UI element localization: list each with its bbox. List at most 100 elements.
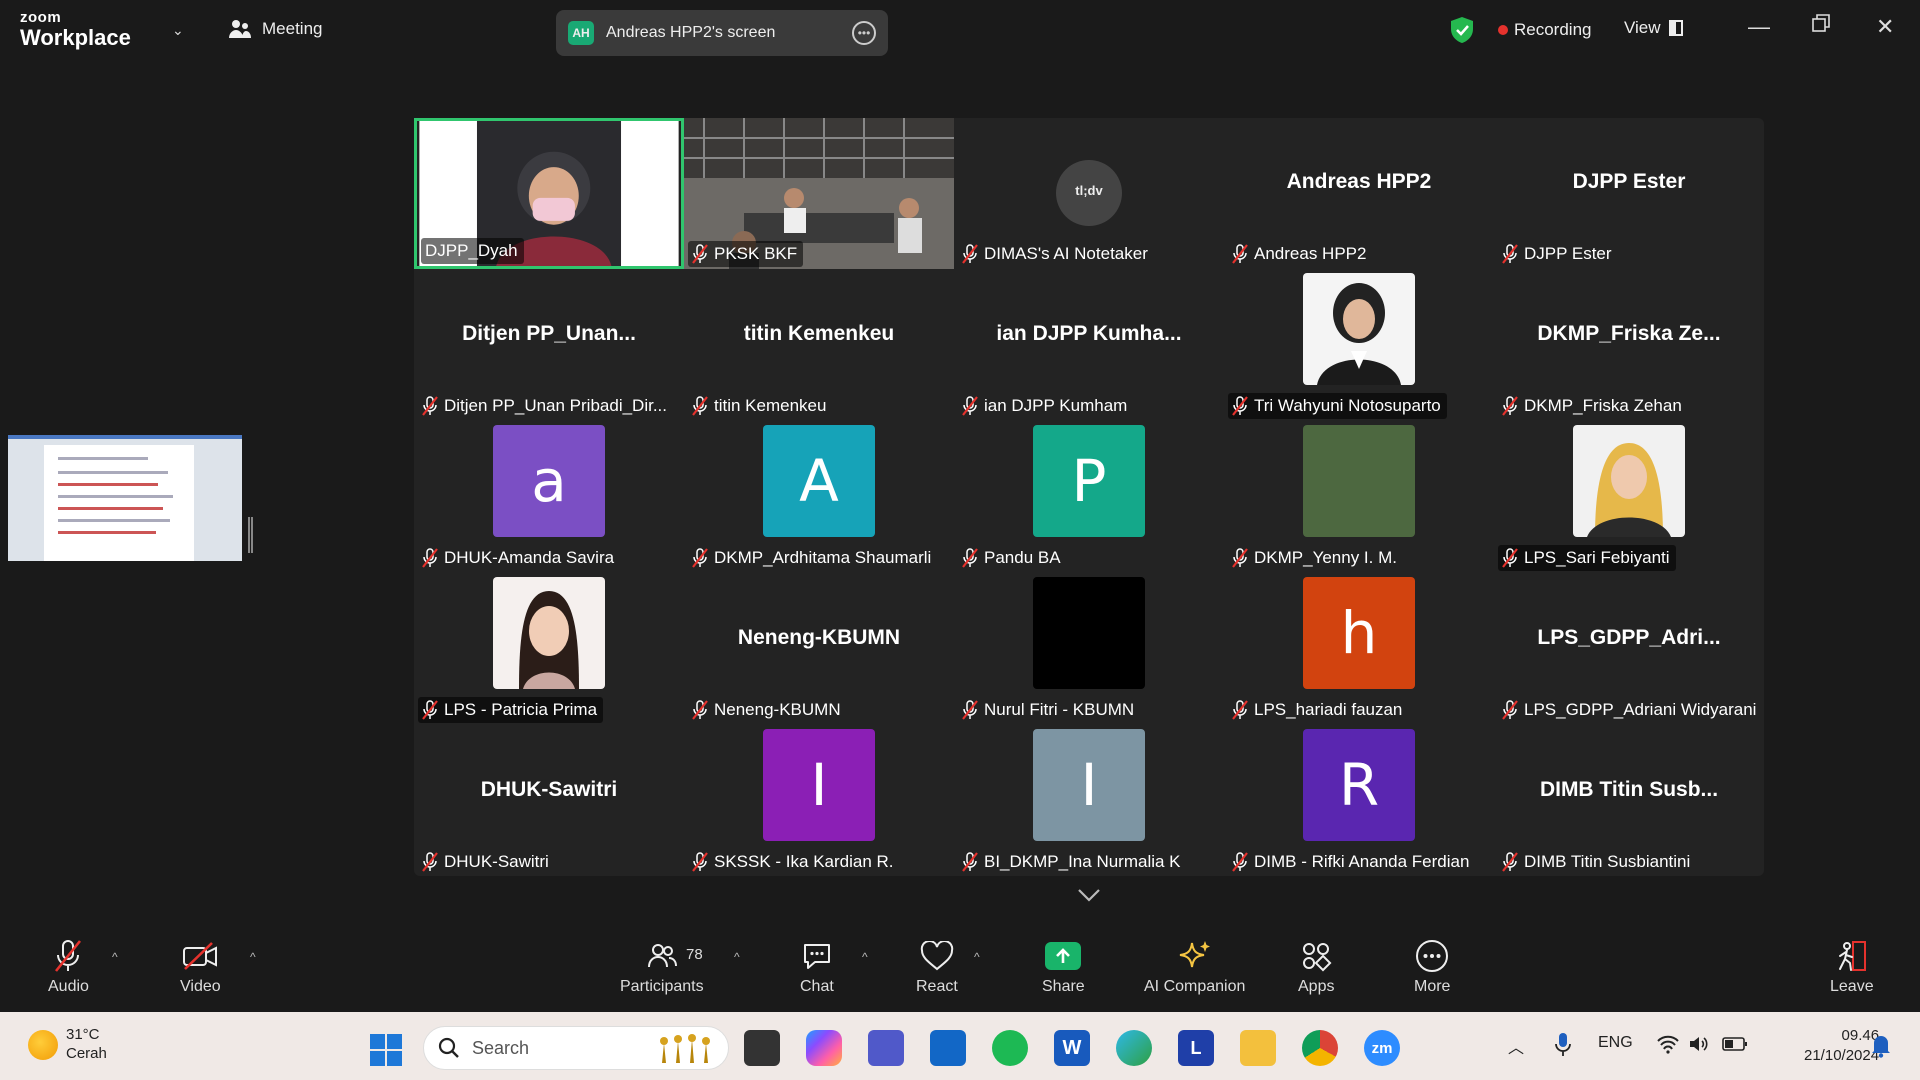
zoom-taskbar-icon[interactable]: zm	[1364, 1030, 1400, 1066]
participant-name: DKMP_Ardhitama Shaumarli	[714, 548, 932, 567]
participant-tile[interactable]: LPS_Sari Febiyanti	[1494, 422, 1764, 573]
react-label: React	[916, 978, 958, 995]
taskbar-search-box[interactable]: Search	[423, 1026, 729, 1070]
mic-muted-icon	[692, 852, 708, 872]
mic-muted-icon	[1232, 548, 1248, 568]
participant-avatar: h	[1303, 577, 1415, 689]
more-button[interactable]: More	[1414, 938, 1450, 996]
thumbnail-resize-handle[interactable]	[248, 517, 253, 553]
microphone-icon[interactable]	[1554, 1032, 1572, 1058]
spotify-icon[interactable]	[992, 1030, 1028, 1066]
chat-button[interactable]: Chat	[800, 938, 834, 996]
participant-tile[interactable]: a DHUK-Amanda Savira	[414, 422, 684, 573]
participant-tile[interactable]: A DKMP_Ardhitama Shaumarli	[684, 422, 954, 573]
participant-tile[interactable]: DKMP_Friska Ze... DKMP_Friska Zehan	[1494, 270, 1764, 421]
participant-display-name: Neneng-KBUMN	[737, 626, 901, 649]
word-icon[interactable]: W	[1054, 1030, 1090, 1066]
weather-widget[interactable]: 31°C Cerah	[28, 1026, 107, 1064]
participant-name-label: Andreas HPP2	[1228, 241, 1372, 267]
encryption-shield-icon[interactable]	[1450, 16, 1474, 44]
participant-tile[interactable]: I SKSSK - Ika Kardian R.	[684, 726, 954, 877]
copilot-icon[interactable]	[806, 1030, 842, 1066]
participant-tile[interactable]: I BI_DKMP_Ina Nurmalia K	[954, 726, 1224, 877]
participant-tile[interactable]: PKSK BKF	[684, 118, 954, 269]
share-button[interactable]: Share	[1042, 938, 1085, 996]
leave-button[interactable]: Leave	[1830, 938, 1874, 996]
language-indicator[interactable]: ENG	[1598, 1034, 1633, 1052]
notification-bell-icon[interactable]	[1870, 1032, 1892, 1058]
file-explorer-icon[interactable]	[1240, 1030, 1276, 1066]
shared-screen-thumbnail[interactable]	[8, 435, 242, 561]
windows-taskbar: 31°C Cerah Search W L zm ︿ ENG 09.46 21/…	[0, 1012, 1920, 1080]
recording-label: Recording	[1514, 20, 1592, 39]
participant-tile[interactable]: Neneng-KBUMN Neneng-KBUMN	[684, 574, 954, 725]
participant-tile[interactable]: Nurul Fitri - KBUMN	[954, 574, 1224, 725]
participant-tile[interactable]: Andreas HPP2 Andreas HPP2	[1224, 118, 1494, 269]
chat-options-caret-icon[interactable]: ^	[862, 950, 868, 964]
meeting-button[interactable]: Meeting	[228, 18, 322, 40]
minimize-icon[interactable]: —	[1748, 14, 1770, 40]
zoom-workplace-logo: zoom Workplace	[20, 10, 131, 49]
recording-indicator[interactable]: Recording	[1498, 20, 1592, 40]
video-button[interactable]: Video	[180, 938, 221, 996]
participant-tile[interactable]: h LPS_hariadi fauzan	[1224, 574, 1494, 725]
video-options-caret-icon[interactable]: ^	[250, 950, 256, 964]
participant-name-label: Tri Wahyuni Notosuparto	[1228, 393, 1447, 419]
participant-name: DHUK-Sawitri	[444, 852, 549, 871]
participant-tile[interactable]: titin Kemenkeu titin Kemenkeu	[684, 270, 954, 421]
sparkle-icon	[1179, 941, 1210, 968]
participant-tile[interactable]: DKMP_Yenny I. M.	[1224, 422, 1494, 573]
chevron-down-icon[interactable]: ⌄	[172, 22, 184, 39]
video-off-icon	[183, 942, 218, 970]
chrome-icon[interactable]	[1302, 1030, 1338, 1066]
task-view-icon[interactable]	[744, 1030, 780, 1066]
participant-tile[interactable]: LPS_GDPP_Adri... LPS_GDPP_Adriani Widyara…	[1494, 574, 1764, 725]
battery-icon[interactable]	[1722, 1036, 1748, 1052]
edge-icon[interactable]	[1116, 1030, 1152, 1066]
view-button[interactable]: View	[1624, 18, 1683, 38]
participant-tile[interactable]: DJPP_Dyah	[414, 118, 684, 269]
microsoft-store-icon[interactable]	[930, 1030, 966, 1066]
l-app-icon[interactable]: L	[1178, 1030, 1214, 1066]
participant-tile[interactable]: Ditjen PP_Unan... Ditjen PP_Unan Pribadi_…	[414, 270, 684, 421]
participant-name-label: Ditjen PP_Unan Pribadi_Dir...	[418, 393, 673, 419]
audio-options-caret-icon[interactable]: ^	[112, 950, 118, 964]
participant-tile[interactable]: ian DJPP Kumha... ian DJPP Kumham	[954, 270, 1224, 421]
taskbar-clock[interactable]: 09.46 21/10/2024	[1804, 1026, 1879, 1067]
participant-tile[interactable]: tl;dv DIMAS's AI Notetaker	[954, 118, 1224, 269]
ai-companion-button[interactable]: AI Companion	[1144, 938, 1245, 996]
mic-muted-icon	[692, 700, 708, 720]
react-button[interactable]: React	[916, 938, 958, 996]
people-icon	[229, 20, 251, 38]
apps-label: Apps	[1298, 978, 1335, 995]
participant-tile[interactable]: DIMB Titin Susb... DIMB Titin Susbiantini	[1494, 726, 1764, 877]
scroll-down-chevron-icon[interactable]	[1077, 888, 1101, 902]
restore-icon[interactable]	[1812, 12, 1830, 38]
participants-options-caret-icon[interactable]: ^	[734, 950, 740, 964]
doc-line	[58, 495, 173, 498]
weather-sun-icon	[28, 1029, 58, 1060]
more-options-icon[interactable]: •••	[852, 21, 876, 45]
audio-button[interactable]: Audio	[48, 938, 89, 996]
apps-button[interactable]: Apps	[1298, 938, 1334, 996]
screen-share-indicator[interactable]: AH Andreas HPP2's screen •••	[556, 10, 888, 56]
participant-name: LPS - Patricia Prima	[444, 700, 598, 719]
mic-muted-icon	[692, 548, 708, 568]
participant-tile[interactable]: DHUK-Sawitri DHUK-Sawitri	[414, 726, 684, 877]
participant-tile[interactable]: LPS - Patricia Prima	[414, 574, 684, 725]
doc-line	[58, 483, 158, 486]
teams-icon[interactable]	[868, 1030, 904, 1066]
participant-avatar: I	[763, 729, 875, 841]
participant-tile[interactable]: P Pandu BA	[954, 422, 1224, 573]
react-options-caret-icon[interactable]: ^	[974, 950, 980, 964]
participant-tile[interactable]: R DIMB - Rifki Ananda Ferdian	[1224, 726, 1494, 877]
close-icon[interactable]: ✕	[1876, 14, 1894, 40]
windows-start-icon[interactable]	[370, 1034, 402, 1066]
participant-tile[interactable]: Tri Wahyuni Notosuparto	[1224, 270, 1494, 421]
participant-avatar: A	[763, 425, 875, 537]
wifi-icon[interactable]	[1656, 1034, 1680, 1054]
volume-icon[interactable]	[1688, 1034, 1710, 1054]
participant-avatar: a	[493, 425, 605, 537]
participant-tile[interactable]: DJPP Ester DJPP Ester	[1494, 118, 1764, 269]
show-hidden-icons-chevron-icon[interactable]: ︿	[1508, 1034, 1524, 1058]
